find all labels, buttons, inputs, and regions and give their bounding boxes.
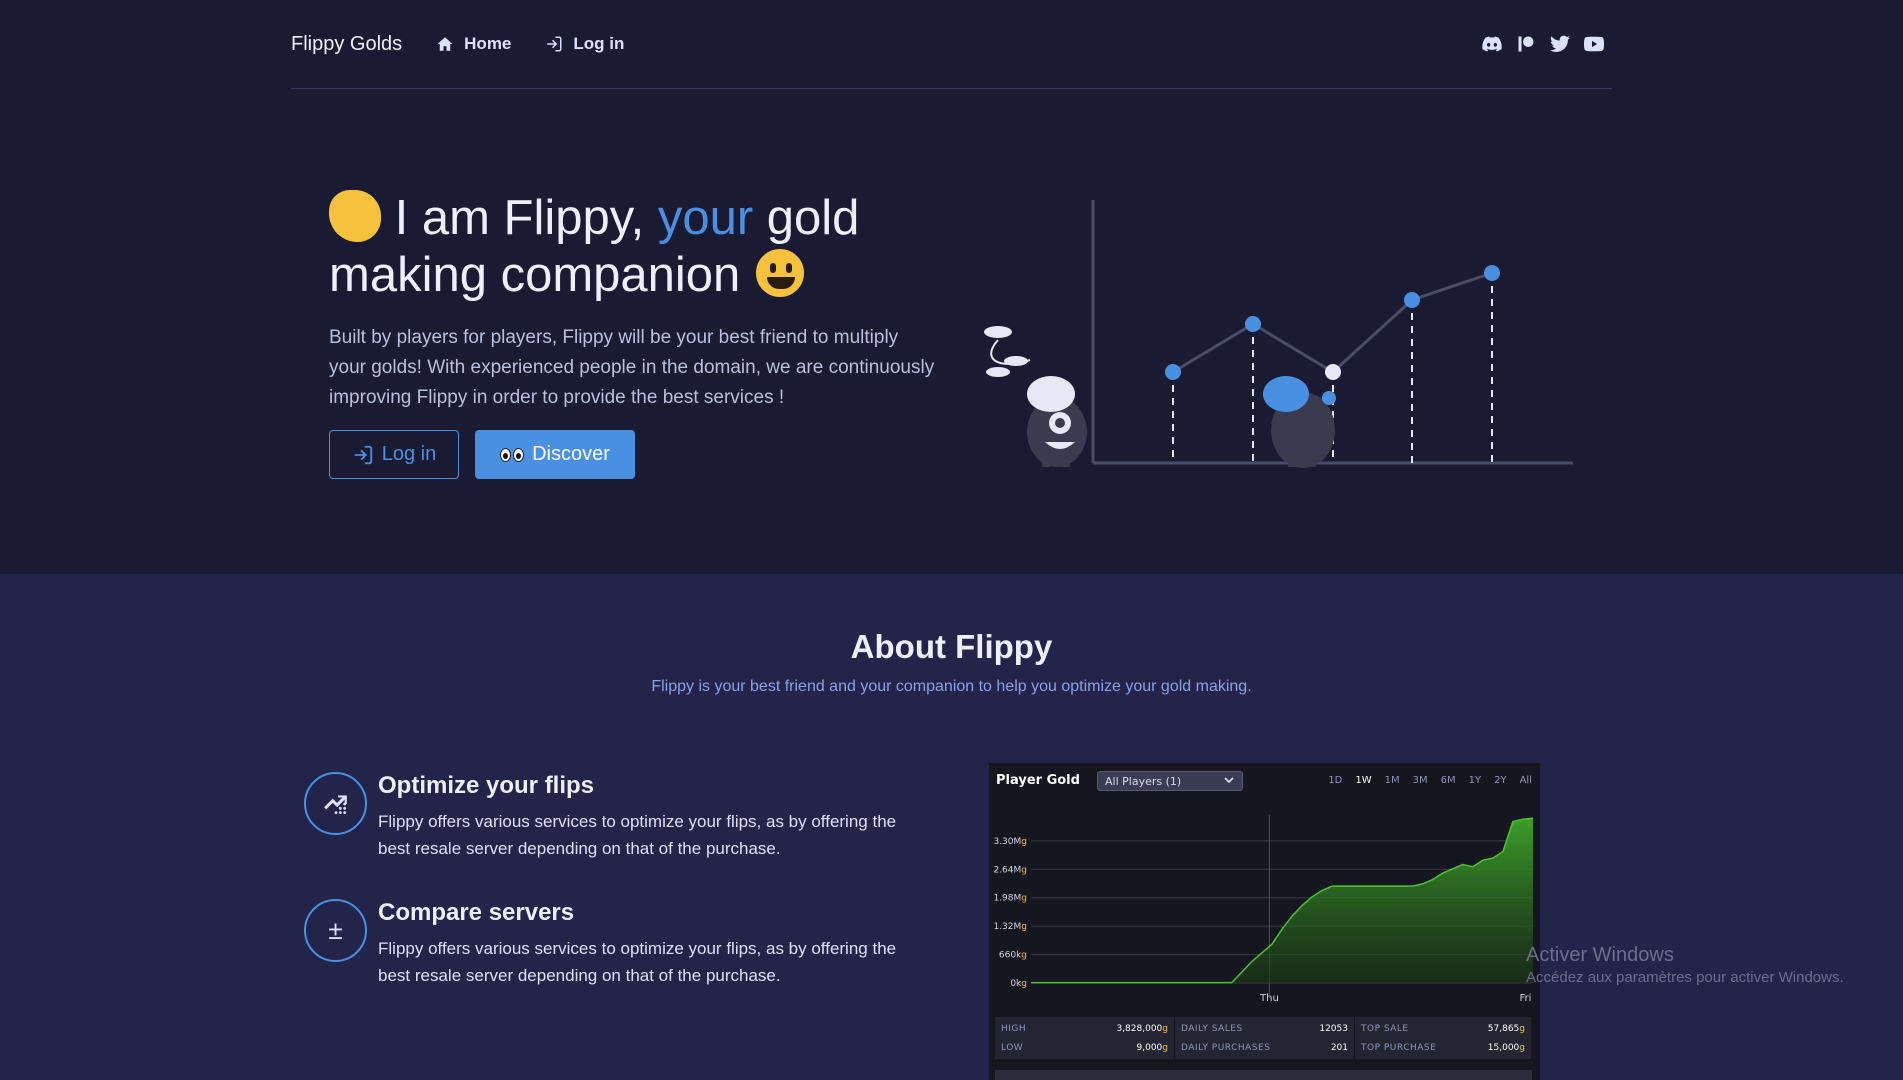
eyes-emoji-icon: [500, 447, 525, 462]
stat-daily-sales-value: 12053: [1319, 1023, 1348, 1034]
y-tick-label: 1.98Mg: [993, 894, 1027, 904]
nav-home-link[interactable]: Home: [436, 34, 511, 54]
stats-panel: HIGH 3,828,000g LOW 9,000g DAILY SALES 1205…: [995, 1017, 1532, 1059]
range-2y[interactable]: 2Y: [1494, 775, 1506, 786]
feature-text: Flippy offers various services to optimi…: [378, 939, 897, 985]
player-gold-widget: Player Gold All Players (1) 1D 1W 1M 3M 6M 1Y…: [989, 763, 1540, 1080]
players-select[interactable]: All Players (1): [1097, 771, 1243, 791]
stat-daily-sales-label: DAILY SALES: [1181, 1023, 1243, 1034]
gold-unit: g: [1519, 1042, 1525, 1053]
hero-login-button[interactable]: Log in: [329, 430, 459, 479]
y-tick-label: 3.30Mg: [993, 837, 1027, 847]
home-icon: [437, 37, 453, 51]
range-1m[interactable]: 1M: [1385, 775, 1400, 786]
hero-title: I am Flippy, your gold making companion: [329, 190, 949, 304]
twitter-icon[interactable]: [1550, 34, 1570, 54]
nav-login-link[interactable]: Log in: [545, 34, 624, 54]
range-1y[interactable]: 1Y: [1469, 775, 1481, 786]
waving-hand-emoji-icon: [329, 190, 381, 242]
social-links: [1482, 34, 1604, 54]
plus-minus-icon: ±: [304, 899, 367, 962]
windows-activation-watermark: Activer Windows Accédez aux paramètres p…: [1526, 944, 1844, 986]
stat-top-sale-label: TOP SALE: [1361, 1023, 1409, 1034]
discover-button[interactable]: Discover: [475, 430, 635, 479]
widget-title: Player Gold: [996, 773, 1080, 788]
range-1d[interactable]: 1D: [1328, 775, 1342, 786]
discord-icon[interactable]: [1482, 34, 1502, 54]
stat-top-sale-value: 57,865: [1487, 1023, 1520, 1034]
hero-login-label: Log in: [381, 443, 437, 465]
y-tick-label: 2.64Mg: [993, 865, 1027, 875]
watermark-line1: Activer Windows: [1526, 944, 1674, 966]
gold-unit: g: [1162, 1042, 1168, 1053]
gold-unit: g: [1519, 1023, 1525, 1034]
range-all[interactable]: All: [1520, 775, 1532, 786]
y-tick-label: 660kg: [999, 951, 1027, 961]
y-tick-label: 0kg: [1010, 979, 1027, 989]
nav-login-label: Log in: [573, 34, 625, 53]
x-tick-label: Thu: [1259, 993, 1279, 1004]
feature-title: Optimize your flips: [378, 772, 595, 799]
top-navbar: Flippy Golds Home Log in: [291, 0, 1612, 89]
gold-unit: g: [1162, 1023, 1168, 1034]
range-1w[interactable]: 1W: [1355, 775, 1371, 786]
about-section: About Flippy Flippy is your best friend …: [0, 574, 1903, 1080]
stat-low-label: LOW: [1001, 1042, 1024, 1053]
patreon-icon[interactable]: [1516, 34, 1536, 54]
stats-col-high-low: HIGH 3,828,000g LOW 9,000g: [995, 1017, 1175, 1059]
x-tick-label: Fri: [1520, 993, 1532, 1004]
gold-area: [1031, 818, 1533, 983]
stat-high-label: HIGH: [1001, 1023, 1027, 1034]
about-title: About Flippy: [850, 628, 1053, 665]
stat-high-value: 3,828,000: [1116, 1023, 1163, 1034]
stats-col-top: TOP SALE 57,865g TOP PURCHASE 15,000g: [1355, 1017, 1532, 1059]
hero-illustration: [984, 200, 1573, 468]
range-6m[interactable]: 6M: [1441, 775, 1456, 786]
stat-top-purchase-label: TOP PURCHASE: [1361, 1042, 1437, 1053]
discover-label: Discover: [532, 443, 610, 465]
watermark-line2: Accédez aux paramètres pour activer Wind…: [1526, 969, 1844, 986]
smiley-emoji-icon: [753, 247, 806, 299]
stat-top-purchase-value: 15,000: [1487, 1042, 1520, 1053]
hero-title-part1: I am Flippy,: [394, 191, 658, 245]
hero-title-accent: your: [657, 191, 754, 245]
feature-text: Flippy offers various services to optimi…: [378, 812, 897, 858]
stat-daily-purchases-label: DAILY PURCHASES: [1181, 1042, 1271, 1053]
widget-bottom-bar: [995, 1070, 1532, 1080]
about-subtitle: Flippy is your best friend and your comp…: [651, 678, 1252, 695]
stats-col-daily: DAILY SALES 12053 DAILY PURCHASES 201: [1175, 1017, 1355, 1059]
player-gold-chart: 0kg 660kg 1.32Mg 1.98Mg 2.64Mg 3.30Mg Thu Fri: [993, 815, 1534, 1004]
chevron-down-icon: [1224, 777, 1234, 784]
hero-description: Built by players for players, Flippy wil…: [329, 327, 935, 408]
range-3m[interactable]: 3M: [1413, 775, 1428, 786]
trending-up-icon: [304, 772, 367, 835]
y-tick-label: 1.32Mg: [993, 922, 1027, 932]
login-icon: [547, 36, 562, 52]
stat-daily-purchases-value: 201: [1330, 1042, 1348, 1053]
players-select-value: All Players (1): [1105, 775, 1182, 788]
hero-section: I am Flippy, your gold making companion …: [0, 90, 1903, 574]
brand-link[interactable]: Flippy Golds: [291, 33, 402, 56]
youtube-icon[interactable]: [1584, 34, 1604, 54]
nav-home-label: Home: [464, 34, 512, 53]
stat-low-value: 9,000: [1136, 1042, 1163, 1053]
time-range-selector: 1D 1W 1M 3M 6M 1Y 2Y All: [1328, 775, 1532, 786]
feature-title: Compare servers: [378, 899, 575, 926]
login-icon: [354, 445, 372, 464]
